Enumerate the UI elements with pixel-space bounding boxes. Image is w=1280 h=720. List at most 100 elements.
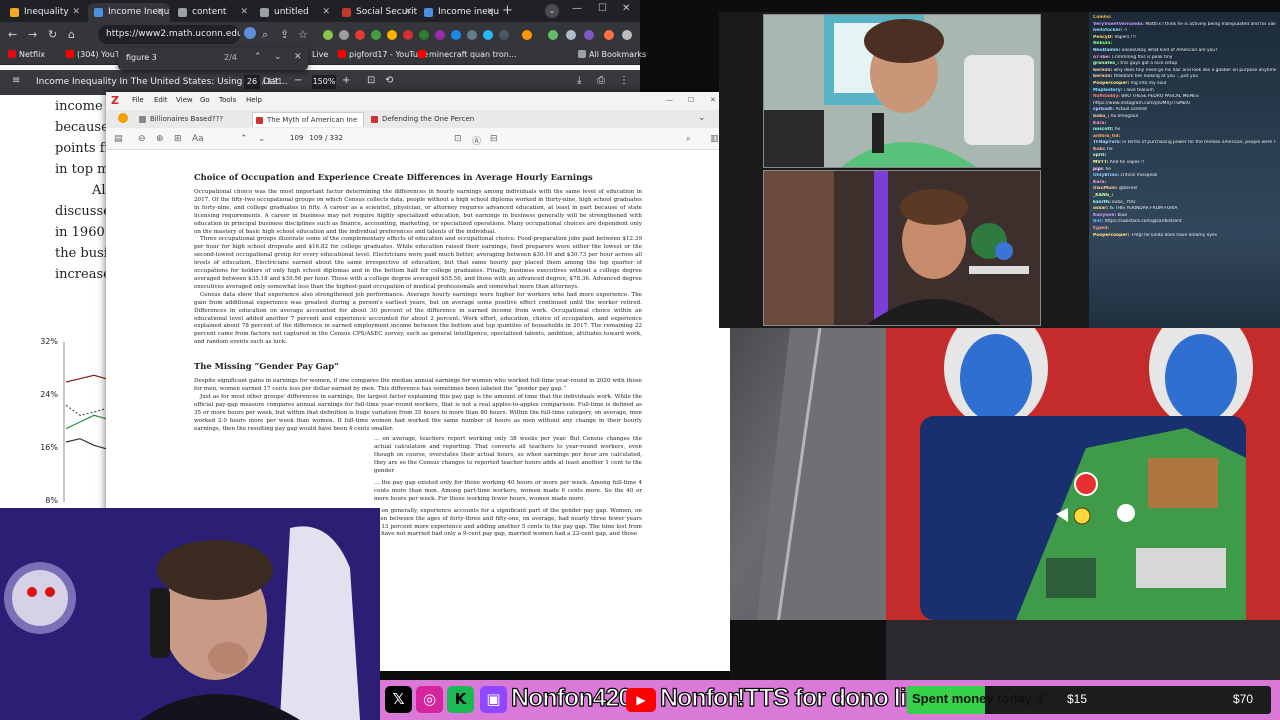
find-next-icon[interactable]: ⌄	[274, 52, 282, 62]
paragraph[interactable]: Despite significant gains in earnings fo…	[194, 378, 642, 394]
download-icon[interactable]: ⤓	[577, 75, 581, 86]
rotate-icon[interactable]: ⟲	[385, 75, 393, 86]
close-window-icon[interactable]: ✕	[710, 96, 716, 104]
browser-tab[interactable]: content ✕	[172, 3, 254, 22]
reader-tab-active[interactable]: The Myth of American Ine	[252, 112, 364, 127]
paragraph[interactable]: Just as for most other groups' differenc…	[194, 394, 642, 434]
profile-avatar-icon[interactable]	[604, 30, 614, 40]
extension-icon[interactable]	[451, 30, 461, 40]
puzzle-extensions-icon[interactable]	[522, 30, 532, 40]
paragraph[interactable]: Census data show that experience also st…	[194, 292, 642, 347]
zoom-in-icon[interactable]: ⊕	[156, 134, 164, 144]
close-icon[interactable]: ✕	[156, 3, 164, 22]
menu-go[interactable]: Go	[200, 96, 210, 104]
minimize-icon[interactable]: —	[572, 3, 582, 14]
profile-avatar-icon[interactable]	[244, 27, 256, 39]
zoom-out-icon[interactable]: ⊖	[138, 134, 146, 144]
menu-help[interactable]: Help	[246, 96, 262, 104]
chat-username[interactable]: o7-ibe:	[1093, 55, 1110, 60]
minimize-icon[interactable]: —	[666, 96, 673, 104]
kick-icon[interactable]: K	[447, 686, 474, 713]
find-input[interactable]: figure 3	[126, 53, 157, 62]
forward-icon[interactable]: →	[28, 28, 37, 41]
menu-edit[interactable]: Edit	[154, 96, 168, 104]
youtube-icon[interactable]: ▶	[626, 688, 656, 712]
chat-username[interactable]: _KANG_:	[1093, 193, 1113, 198]
chat-username[interactable]: Nebula:	[1093, 41, 1112, 46]
paragraph[interactable]: ... the pay gap existed only for those w…	[194, 480, 642, 504]
hamburger-menu-icon[interactable]: ≡	[12, 75, 20, 86]
extension-icon[interactable]	[419, 30, 429, 40]
chat-username[interactable]: fluffdaddy:	[1093, 94, 1120, 99]
annotate-icon[interactable]: Ⓐ	[472, 134, 481, 147]
extension-icon[interactable]	[323, 30, 333, 40]
tab-list-chevron-icon[interactable]: ⌄	[698, 113, 706, 123]
extension-icon[interactable]	[499, 30, 509, 40]
browser-tab[interactable]: Income inequ ✕	[418, 3, 500, 22]
chat-username[interactable]: anthro_tid:	[1093, 134, 1120, 139]
extension-icon[interactable]	[387, 30, 397, 40]
chat-username[interactable]: Kanyone:	[1093, 213, 1116, 218]
sidebar-toggle-icon[interactable]: ▤	[114, 134, 123, 144]
chat-username[interactable]: ossar:	[1093, 206, 1108, 211]
paragraph[interactable]: ... on average, teachers report working …	[194, 436, 642, 476]
bookmark-minecraft[interactable]: minecraft quan tron...	[418, 50, 516, 59]
extension-icon[interactable]	[339, 30, 349, 40]
pdf-extension-icon[interactable]	[403, 30, 413, 40]
chat-username[interactable]: MVTT:	[1093, 160, 1108, 165]
chat-username[interactable]: PeacyD:	[1093, 35, 1113, 40]
extension-icon[interactable]	[483, 30, 493, 40]
chat-username[interactable]: VeryVioletVernanda:	[1093, 22, 1144, 27]
fit-width-icon[interactable]: ⊞	[174, 134, 182, 144]
chat-username[interactable]: bernini:	[1093, 68, 1112, 73]
extension-icon[interactable]	[435, 30, 445, 40]
chat-username[interactable]: hellofocker:	[1093, 28, 1122, 33]
search-icon[interactable]: ⌕	[686, 134, 691, 144]
page-up-icon[interactable]: ⌃	[240, 134, 248, 144]
extension-icon[interactable]	[467, 30, 477, 40]
instagram-icon[interactable]: ◎	[416, 686, 443, 713]
chat-username[interactable]: pipi:	[1093, 167, 1104, 172]
close-icon[interactable]: ✕	[72, 3, 80, 22]
menu-file[interactable]: File	[132, 96, 144, 104]
kebab-menu-icon[interactable]	[622, 30, 632, 40]
pdf-page-input[interactable]: 26	[244, 75, 260, 89]
chat-username[interactable]: sprbadt:	[1093, 107, 1114, 112]
address-bar[interactable]: https://www2.math.uconn.edu/~bri...	[98, 25, 240, 44]
paragraph[interactable]: Occupational choice was the most importa…	[194, 189, 642, 236]
all-bookmarks[interactable]: All Bookmarks	[578, 50, 646, 59]
extension-icon[interactable]	[371, 30, 381, 40]
new-tab-plus-icon[interactable]: +	[502, 3, 513, 18]
chat-username[interactable]: Comlio:	[1093, 15, 1112, 20]
browser-tab[interactable]: untitled ✕	[254, 3, 336, 22]
reload-icon[interactable]: ↻	[48, 28, 57, 41]
chat-username[interactable]: Bot:	[1093, 219, 1103, 224]
bookmark-pigford[interactable]: pigford17 - YouTube	[338, 50, 428, 59]
menu-view[interactable]: View	[176, 96, 193, 104]
zoom-in-icon[interactable]: +	[342, 75, 350, 86]
find-previous-icon[interactable]: ⌃	[254, 52, 262, 62]
extension-icon[interactable]	[355, 30, 365, 40]
print-icon[interactable]: ⎙	[597, 75, 605, 86]
bookmark-netflix[interactable]: Netflix	[8, 50, 45, 59]
browser-tab[interactable]: Social Securit ✕	[336, 3, 418, 22]
page-down-icon[interactable]: ⌄	[258, 134, 266, 144]
profile-icon[interactable]	[584, 30, 594, 40]
close-icon[interactable]: ✕	[486, 3, 494, 22]
browser-tab-active[interactable]: Income Inequ ✕	[88, 3, 170, 22]
context-pane-icon[interactable]: ▥	[710, 134, 719, 144]
chat-username[interactable]: Maplestory:	[1093, 88, 1122, 93]
pdf-zoom-level[interactable]: 150%	[312, 75, 336, 89]
browser-tab[interactable]: Inequality ✕	[4, 3, 86, 22]
share-icon[interactable]: ⇪	[280, 28, 289, 41]
chat-username[interactable]: babu_:	[1093, 114, 1109, 119]
fit-page-icon[interactable]: ⊡	[367, 75, 375, 86]
bookmark-star-icon[interactable]: ☆	[298, 28, 308, 41]
tab-search-chevron-icon[interactable]: ⌄	[545, 4, 559, 18]
chat-username[interactable]: noscott:	[1093, 127, 1113, 132]
chat-username[interactable]: Kara:	[1093, 180, 1106, 185]
more-options-icon[interactable]: ⋮	[619, 75, 629, 86]
maximize-icon[interactable]: ☐	[598, 3, 607, 14]
reader-tab[interactable]: Billionaires Based???	[136, 112, 248, 127]
find-close-icon[interactable]: ✕	[294, 52, 302, 62]
